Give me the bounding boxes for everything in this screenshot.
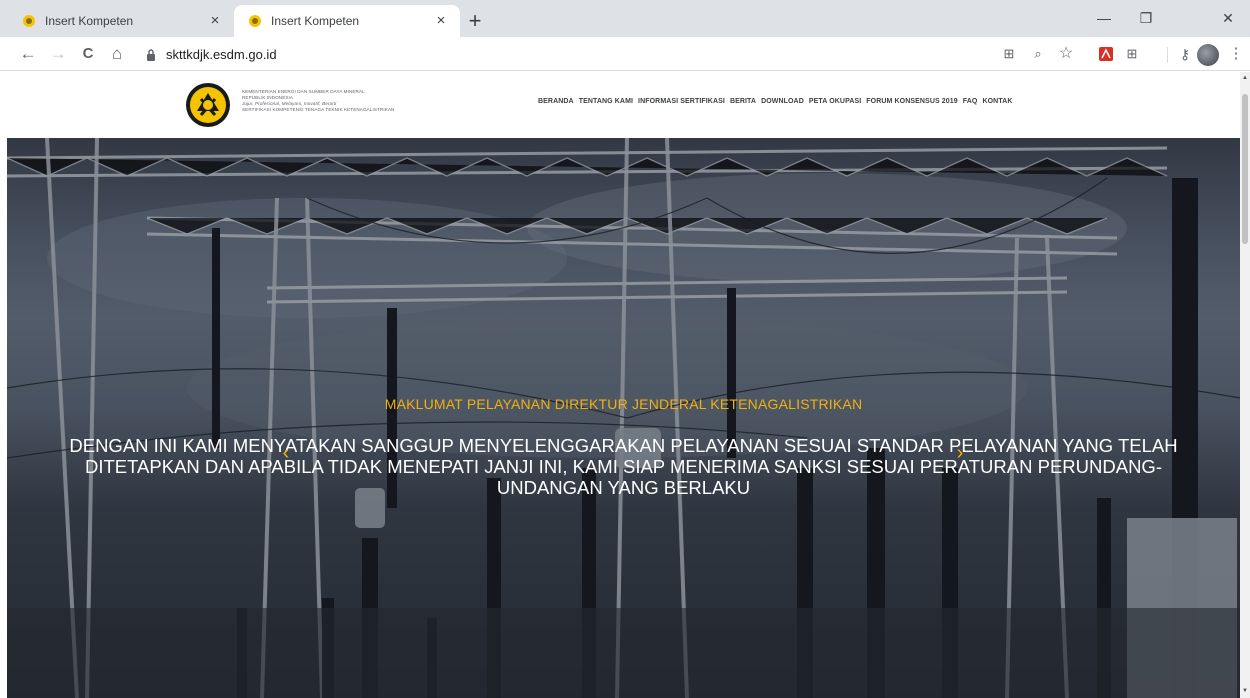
more-menu-icon[interactable]: ⋮ xyxy=(1225,43,1247,65)
toolbar-separator xyxy=(1167,47,1168,63)
home-button[interactable]: ⌂ xyxy=(104,41,130,67)
new-tab-button[interactable]: + xyxy=(462,9,488,35)
zoom-icon[interactable]: ⌕ xyxy=(1027,43,1049,65)
browser-tab[interactable]: Insert Kompeten × xyxy=(8,5,234,37)
main-navigation: BERANDA TENTANG KAMI INFORMASI SERTIFIKA… xyxy=(538,98,1013,105)
nav-peta-okupasi[interactable]: PETA OKUPASI xyxy=(809,98,861,105)
nav-berita[interactable]: BERITA xyxy=(730,98,756,105)
back-button[interactable]: ← xyxy=(15,41,41,67)
nav-download[interactable]: DOWNLOAD xyxy=(761,98,804,105)
hero-subtitle: MAKLUMAT PELAYANAN DIREKTUR JENDERAL KET… xyxy=(384,396,863,412)
tab-close-icon[interactable]: × xyxy=(432,12,450,30)
reload-button[interactable]: C xyxy=(75,41,101,67)
site-favicon-icon xyxy=(248,14,262,28)
nav-beranda[interactable]: BERANDA xyxy=(538,98,574,105)
scroll-down-icon[interactable]: ▼ xyxy=(1241,687,1249,695)
scroll-up-icon[interactable]: ▲ xyxy=(1241,74,1249,82)
url-text[interactable]: skttkdjk.esdm.go.id xyxy=(166,47,277,62)
minimize-button[interactable]: — xyxy=(1084,6,1124,30)
forward-button[interactable]: → xyxy=(45,41,71,67)
key-icon[interactable]: ⚷ xyxy=(1174,43,1196,65)
pdf-extension-icon[interactable] xyxy=(1095,43,1117,65)
address-bar[interactable]: skttkdjk.esdm.go.id xyxy=(138,40,978,68)
hero-title: DENGAN INI KAMI MENYATAKAN SANGGUP MENYE… xyxy=(69,435,1178,498)
maximize-button[interactable]: ❐ xyxy=(1126,6,1166,30)
tab-title: Insert Kompeten xyxy=(271,14,360,28)
scrollbar-thumb[interactable] xyxy=(1242,94,1248,244)
esdm-logo[interactable] xyxy=(185,81,231,129)
tab-title: Insert Kompeten xyxy=(45,14,134,28)
slider-prev-arrow-icon[interactable]: ‹ xyxy=(279,442,293,464)
browser-tab-strip: Insert Kompeten × Insert Kompeten × + — … xyxy=(0,0,1250,37)
nav-tentang-kami[interactable]: TENTANG KAMI xyxy=(579,98,633,105)
close-window-button[interactable]: ✕ xyxy=(1208,6,1248,30)
site-favicon-icon xyxy=(22,14,36,28)
translate-icon[interactable]: ⊞ xyxy=(998,43,1020,65)
nav-forum-konsensus[interactable]: FORUM KONSENSUS 2019 xyxy=(866,98,957,105)
tab-close-icon[interactable]: × xyxy=(206,12,224,30)
nav-informasi-sertifikasi[interactable]: INFORMASI SERTIFIKASI xyxy=(638,98,725,105)
web-page: KEMENTERIAN ENERGI DAN SUMBER DAYA MINER… xyxy=(0,72,1240,698)
star-icon[interactable]: ☆ xyxy=(1055,43,1077,65)
hero-slider: MAKLUMAT PELAYANAN DIREKTUR JENDERAL KET… xyxy=(7,138,1240,698)
page-scrollbar[interactable]: ▲ ▼ xyxy=(1240,72,1250,698)
nav-kontak[interactable]: KONTAK xyxy=(982,98,1012,105)
hero-overlay xyxy=(7,138,1240,698)
apps-extension-icon[interactable]: ⊞ xyxy=(1121,43,1143,65)
browser-toolbar: ← → C ⌂ skttkdjk.esdm.go.id ⊞ ⌕ ☆ ⊞ ⚷ ⋮ xyxy=(0,37,1250,71)
org-line: SERTIFIKASI KOMPETENSI TENAGA TEKNIK KET… xyxy=(242,107,395,112)
nav-faq[interactable]: FAQ xyxy=(963,98,978,105)
lock-icon xyxy=(146,48,156,61)
site-header: KEMENTERIAN ENERGI DAN SUMBER DAYA MINER… xyxy=(0,72,1240,138)
profile-avatar[interactable] xyxy=(1197,44,1219,66)
browser-tab-active[interactable]: Insert Kompeten × xyxy=(234,5,460,37)
organization-name: KEMENTERIAN ENERGI DAN SUMBER DAYA MINER… xyxy=(242,89,442,113)
slider-next-arrow-icon[interactable]: › xyxy=(953,442,967,464)
